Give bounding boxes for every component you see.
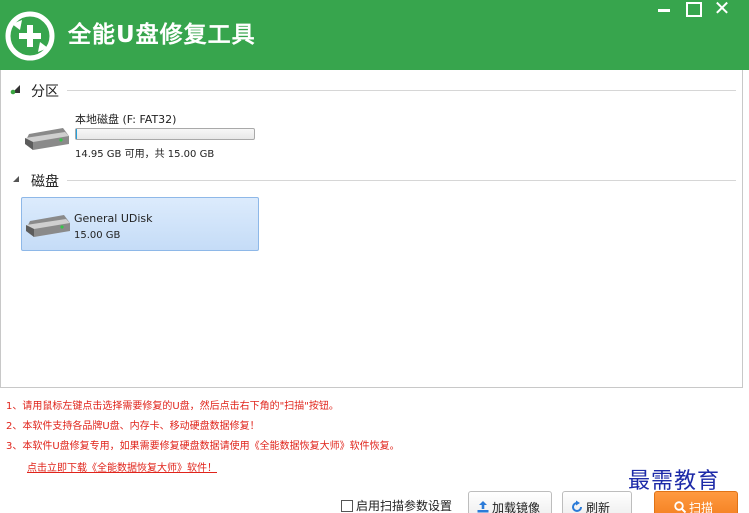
load-image-label: 加载镜像 (492, 501, 541, 513)
partition-name: 本地磁盘 (F: FAT32) (75, 113, 177, 126)
partition-capacity: 14.95 GB 可用，共 15.00 GB (75, 149, 215, 160)
upload-icon (477, 501, 489, 513)
app-logo-icon (5, 11, 55, 61)
app-window: 全能U盘修复工具 ✕ 分区 本地磁盘 (F: FAT32) 14.95 GB 可… (0, 0, 749, 513)
hard-disk-icon (26, 215, 70, 237)
hard-disk-icon (25, 128, 69, 150)
download-link[interactable]: 点击立即下载《全能数据恢复大师》软件！ (27, 459, 217, 474)
refresh-icon (572, 500, 582, 512)
scan-label: 扫描 (689, 501, 714, 513)
tip-line-2: 2、本软件支持各品牌U盘、内存卡、移动硬盘数据修复！ (6, 421, 260, 432)
group-divider (67, 180, 736, 181)
watermark-text: 最需教育 (628, 469, 721, 494)
disk-size: 15.00 GB (74, 230, 121, 241)
partition-usage-fill (76, 129, 77, 139)
expand-arrow-icon[interactable] (10, 83, 22, 95)
minimize-button[interactable] (652, 0, 676, 22)
close-button[interactable]: ✕ (710, 0, 734, 22)
drive-panel: 分区 本地磁盘 (F: FAT32) 14.95 GB 可用，共 15.00 G… (0, 70, 743, 388)
title-bar[interactable]: 全能U盘修复工具 ✕ (0, 0, 749, 70)
group-divider (67, 90, 736, 91)
refresh-label: 刷新 (586, 501, 611, 513)
partition-group-title: 分区 (31, 84, 59, 100)
partition-usage-bar (75, 128, 255, 140)
disk-item-selected[interactable]: General UDisk 15.00 GB (21, 197, 259, 251)
app-title: 全能U盘修复工具 (68, 22, 256, 48)
scan-params-checkbox[interactable] (341, 500, 353, 512)
maximize-button[interactable] (680, 0, 704, 22)
disk-name: General UDisk (74, 212, 153, 225)
search-icon (674, 501, 687, 513)
disk-group-header[interactable]: 磁盘 (1, 170, 744, 190)
partition-group-header[interactable]: 分区 (1, 80, 744, 100)
load-image-button[interactable]: 加载镜像 (468, 491, 552, 513)
refresh-button[interactable]: 刷新 (562, 491, 632, 513)
scan-params-label: 启用扫描参数设置 (356, 499, 453, 513)
collapse-arrow-icon[interactable] (10, 173, 22, 185)
tip-line-1: 1、请用鼠标左键点击选择需要修复的U盘，然后点击右下角的"扫描"按钮。 (6, 401, 339, 412)
partition-item[interactable]: 本地磁盘 (F: FAT32) 14.95 GB 可用，共 15.00 GB (23, 110, 263, 160)
disk-group-title: 磁盘 (31, 174, 59, 190)
tip-line-3: 3、本软件U盘修复专用，如果需要修复硬盘数据请使用《全能数据恢复大师》软件恢复。 (6, 441, 400, 452)
scan-params-option[interactable]: 启用扫描参数设置 (341, 497, 452, 513)
